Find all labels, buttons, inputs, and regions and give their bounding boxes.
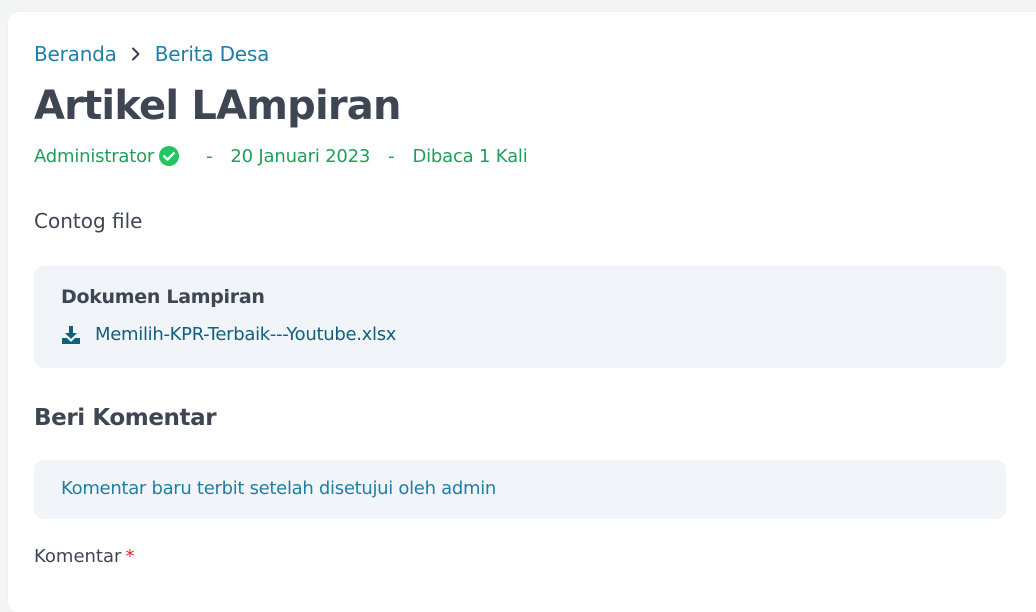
meta-separator: -: [388, 145, 395, 167]
page-title: Artikel LAmpiran: [34, 83, 401, 129]
attachments-heading: Dokumen Lampiran: [61, 286, 265, 308]
read-count: Dibaca 1 Kali: [412, 145, 528, 167]
attachments-box: Dokumen Lampiran Memilih-KPR-Terbaik---Y…: [34, 266, 1006, 368]
article-card: Beranda Berita Desa Artikel LAmpiran Adm…: [8, 12, 1036, 612]
comment-label-text: Komentar: [34, 546, 122, 567]
meta-separator: -: [206, 145, 213, 167]
breadcrumb-home-link[interactable]: Beranda: [34, 42, 117, 66]
required-mark: *: [125, 546, 135, 567]
attachment-file-name: Memilih-KPR-Terbaik---Youtube.xlsx: [95, 324, 397, 345]
article-body-text: Contog file: [34, 209, 143, 233]
comment-field-label: Komentar *: [34, 546, 134, 567]
comment-notice-text: Komentar baru terbit setelah disetujui o…: [61, 478, 497, 499]
download-icon: [61, 325, 81, 345]
article-meta: Administrator - 20 Januari 2023 - Dibaca…: [34, 145, 528, 167]
author-name: Administrator: [34, 145, 155, 167]
comment-heading: Beri Komentar: [34, 405, 217, 431]
chevron-right-icon: [131, 47, 141, 61]
attachment-download-link[interactable]: Memilih-KPR-Terbaik---Youtube.xlsx: [61, 324, 396, 345]
comment-notice: Komentar baru terbit setelah disetujui o…: [34, 460, 1006, 519]
publish-date: 20 Januari 2023: [230, 145, 371, 167]
breadcrumb-current-link[interactable]: Berita Desa: [155, 42, 270, 66]
verified-check-icon: [158, 145, 180, 167]
breadcrumb: Beranda Berita Desa: [34, 42, 269, 66]
